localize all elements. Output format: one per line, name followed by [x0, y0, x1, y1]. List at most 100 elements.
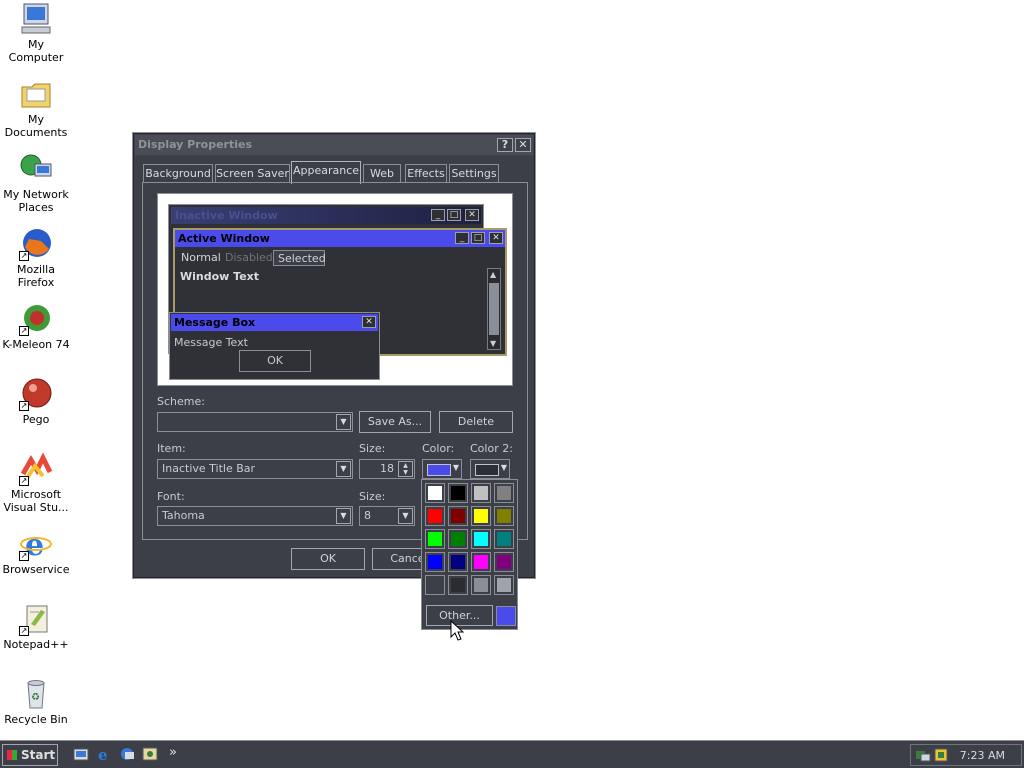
- desktop-icon-label: Recycle Bin: [4, 713, 68, 726]
- desktop-icon-firefox[interactable]: ↗ Mozilla Firefox: [0, 227, 72, 289]
- kmeleon-icon: ↗: [19, 302, 53, 336]
- color-swatch-cell[interactable]: [448, 552, 468, 572]
- color-swatch-cell[interactable]: [494, 529, 514, 549]
- tab-appearance[interactable]: Appearance: [291, 161, 361, 184]
- media-quicklaunch-icon[interactable]: [142, 746, 158, 762]
- save-as-button[interactable]: Save As...: [359, 411, 431, 433]
- scroll-up-icon: ▲: [490, 270, 497, 279]
- desktop-icon-recycle-bin[interactable]: ♻ Recycle Bin: [0, 677, 72, 726]
- tab-background[interactable]: Background: [143, 164, 213, 183]
- start-button[interactable]: Start: [2, 744, 58, 766]
- color-swatch-cell[interactable]: [471, 506, 491, 526]
- tab-effects[interactable]: Effects: [405, 164, 447, 183]
- color-swatch-cell[interactable]: [425, 552, 445, 572]
- close-icon: ✕: [465, 209, 479, 221]
- color-swatch-fill: [428, 486, 442, 500]
- tray-app-icon[interactable]: [933, 747, 949, 763]
- color-swatch-fill: [428, 578, 442, 592]
- color-swatch-fill: [474, 555, 488, 569]
- mouse-cursor-icon: [450, 620, 464, 641]
- spin-arrows-icon[interactable]: ▲ ▼: [398, 461, 413, 477]
- quicklaunch-overflow-icon[interactable]: »: [169, 745, 177, 760]
- desktop-icon-label: Browservice: [2, 563, 70, 576]
- font-dropdown[interactable]: Tahoma ▼: [157, 506, 353, 526]
- desktop-icon-label: My Computer: [8, 38, 64, 64]
- show-desktop-icon[interactable]: [73, 746, 89, 762]
- color-swatch-cell[interactable]: [448, 529, 468, 549]
- desktop-icon-kmeleon[interactable]: ↗ K-Meleon 74: [0, 302, 72, 351]
- shortcut-arrow-icon: ↗: [19, 326, 29, 336]
- color2-button[interactable]: ▼: [470, 459, 510, 479]
- ie-icon: e ↗: [19, 527, 53, 563]
- color1-button[interactable]: ▼: [422, 459, 462, 479]
- item-size-spinner[interactable]: 18 ▲ ▼: [359, 459, 415, 479]
- scroll-thumb: [489, 283, 499, 335]
- computer-icon: [19, 2, 53, 36]
- scheme-dropdown[interactable]: ▼: [157, 412, 353, 432]
- desktop-icon-notepadpp[interactable]: ↗ Notepad++: [0, 602, 72, 651]
- color-swatch-cell[interactable]: [494, 552, 514, 572]
- color-swatch-cell[interactable]: [471, 552, 491, 572]
- menu-disabled: Disabled: [225, 251, 273, 264]
- close-button[interactable]: ✕: [515, 138, 531, 152]
- appearance-preview[interactable]: Inactive Window _ □ ✕ Active Window _ □ …: [157, 193, 513, 386]
- font-size-label: Size:: [359, 490, 386, 503]
- network-quicklaunch-icon[interactable]: [119, 746, 135, 762]
- clock[interactable]: 7:23 AM: [960, 749, 1005, 762]
- color-swatch-fill: [474, 578, 488, 592]
- color-swatch-cell[interactable]: [494, 575, 514, 595]
- ie-quicklaunch-icon[interactable]: e: [96, 746, 112, 764]
- help-button[interactable]: ?: [497, 138, 513, 152]
- desktop-icon-my-documents[interactable]: My Documents: [0, 77, 72, 139]
- folder-icon: [19, 77, 53, 111]
- title-bar[interactable]: Display Properties ? ✕: [135, 135, 533, 155]
- maximize-icon: □: [447, 209, 461, 221]
- color-swatch-cell[interactable]: [425, 483, 445, 503]
- color-picker-dropdown: Other...: [421, 479, 518, 630]
- tab-web[interactable]: Web: [363, 164, 401, 183]
- desktop-icon-pego[interactable]: ↗ Pego: [0, 377, 72, 426]
- color-swatch-fill: [497, 555, 511, 569]
- tray-network-icon[interactable]: [915, 747, 931, 763]
- desktop-icon-label: Notepad++: [3, 638, 69, 651]
- item-dropdown[interactable]: Inactive Title Bar ▼: [157, 459, 353, 479]
- shortcut-arrow-icon: ↗: [19, 251, 29, 261]
- font-size-dropdown[interactable]: 8 ▼: [359, 506, 415, 526]
- color-swatch-cell[interactable]: [448, 483, 468, 503]
- delete-button[interactable]: Delete: [439, 411, 513, 433]
- color2-label: Color 2:: [470, 442, 513, 455]
- tab-settings[interactable]: Settings: [449, 164, 499, 183]
- font-label: Font:: [157, 490, 185, 503]
- color-swatch-cell[interactable]: [471, 483, 491, 503]
- desktop-icon-my-computer[interactable]: My Computer: [0, 2, 72, 64]
- color-swatch-cell[interactable]: [471, 575, 491, 595]
- scroll-down-icon: ▼: [490, 339, 497, 348]
- font-value: Tahoma: [162, 509, 205, 522]
- color-swatch-cell[interactable]: [448, 575, 468, 595]
- color-swatch-cell[interactable]: [494, 506, 514, 526]
- color-swatch-cell[interactable]: [425, 575, 445, 595]
- color-swatch-cell[interactable]: [425, 506, 445, 526]
- other-color-swatch[interactable]: [496, 606, 516, 626]
- chevron-down-icon: ▼: [336, 461, 351, 477]
- desktop-icon-visual-studio[interactable]: ↗ Microsoft Visual Stu...: [0, 452, 72, 514]
- color-swatch-cell[interactable]: [425, 529, 445, 549]
- item-size-value: 18: [380, 462, 394, 475]
- color-swatch-cell[interactable]: [471, 529, 491, 549]
- close-icon: ✕: [489, 232, 503, 244]
- color-swatch-fill: [497, 509, 511, 523]
- recycle-bin-icon: ♻: [19, 677, 53, 711]
- ok-button[interactable]: OK: [291, 548, 365, 570]
- color-swatch-fill: [497, 532, 511, 546]
- scheme-label: Scheme:: [157, 395, 205, 408]
- desktop-icon-browservice[interactable]: e ↗ Browservice: [0, 527, 72, 576]
- shortcut-arrow-icon: ↗: [19, 401, 29, 411]
- color-swatch-fill: [497, 578, 511, 592]
- color-swatch-fill: [428, 555, 442, 569]
- desktop-icon-network[interactable]: My Network Places: [0, 152, 72, 214]
- color-swatch-cell[interactable]: [494, 483, 514, 503]
- windows-logo-icon: [7, 750, 17, 760]
- color-swatch-cell[interactable]: [448, 506, 468, 526]
- tab-screen-saver[interactable]: Screen Saver: [215, 164, 290, 183]
- desktop-icon-label: K-Meleon 74: [2, 338, 70, 351]
